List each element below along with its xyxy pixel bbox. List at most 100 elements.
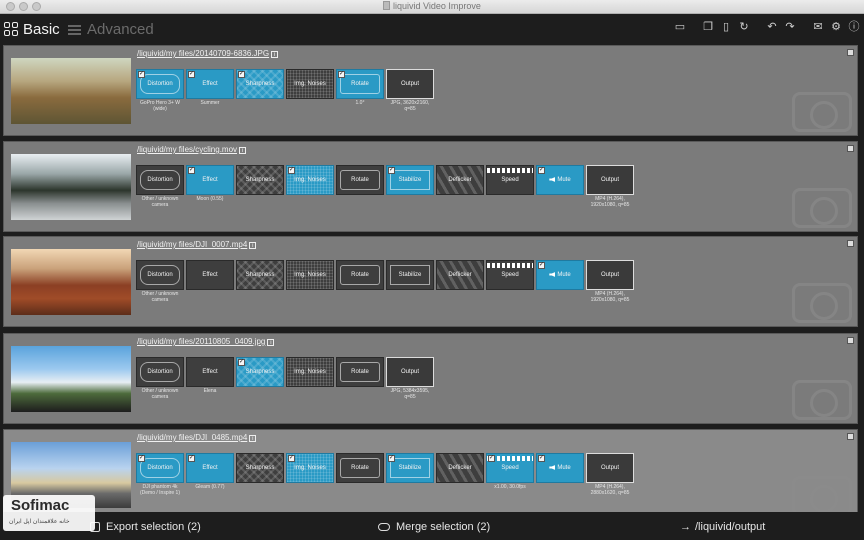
step-tile-button[interactable]: Sharpness — [236, 453, 284, 483]
step-tile-button[interactable]: Stabilize — [386, 260, 434, 290]
basic-mode-tab[interactable]: Basic — [4, 19, 60, 39]
step-tile-button[interactable]: Effect — [186, 357, 234, 387]
step-checkbox[interactable]: ✓ — [538, 262, 545, 269]
step-tile-button[interactable]: ✓ Effect — [186, 453, 234, 483]
mail-icon[interactable]: ✉ — [812, 21, 824, 33]
step-tile-button[interactable]: Deflicker — [436, 453, 484, 483]
step-checkbox[interactable]: ✓ — [538, 455, 545, 462]
step-checkbox[interactable]: ✓ — [338, 71, 345, 78]
undo-icon[interactable]: ↶ — [766, 21, 778, 33]
step-tile-button[interactable]: ✓ Speed — [486, 453, 534, 483]
redo-icon[interactable]: ↷ — [784, 21, 796, 33]
step-checkbox[interactable]: ✓ — [388, 455, 395, 462]
merge-selection-button[interactable]: Merge selection (2) — [378, 521, 490, 533]
step-checkbox[interactable]: ✓ — [488, 455, 495, 462]
step-label: Stabilize — [398, 177, 422, 183]
folder-icon[interactable]: ▭ — [674, 21, 686, 33]
media-path-link[interactable]: /liquivid/my files/cycling.mov i — [137, 145, 247, 154]
row-menu-button[interactable] — [847, 433, 854, 440]
step-tile-button[interactable]: Output — [386, 69, 434, 99]
step-rotate: Rotate — [336, 165, 384, 208]
step-tile-button[interactable]: ✓ Mute — [536, 165, 584, 195]
step-tile-button[interactable]: ✓ Effect — [186, 165, 234, 195]
step-checkbox[interactable]: ✓ — [138, 71, 145, 78]
step-tile-button[interactable]: Output — [386, 357, 434, 387]
media-row[interactable]: /liquivid/my files/20110805_0409.jpg i Dis… — [3, 333, 858, 424]
step-tile-button[interactable]: Rotate — [336, 453, 384, 483]
gear-icon[interactable]: ⚙ — [830, 21, 842, 33]
step-checkbox[interactable]: ✓ — [188, 71, 195, 78]
step-tile-button[interactable]: ✓ Stabilize — [386, 165, 434, 195]
step-tile-button[interactable]: Deflicker — [436, 165, 484, 195]
step-tile-button[interactable]: ✓ Mute — [536, 260, 584, 290]
step-tile-button[interactable]: Effect — [186, 260, 234, 290]
refresh-icon[interactable]: ↻ — [738, 21, 750, 33]
step-tile-button[interactable]: ✓ Sharpness — [236, 357, 284, 387]
step-tile-button[interactable]: Sharpness — [236, 165, 284, 195]
media-thumbnail[interactable] — [11, 58, 131, 124]
step-tile-button[interactable]: ✓ Rotate — [336, 69, 384, 99]
export-selection-label: Export selection (2) — [106, 521, 201, 533]
step-tile-button[interactable]: Sharpness — [236, 260, 284, 290]
step-rotate: Rotate — [336, 260, 384, 303]
advanced-mode-tab[interactable]: Advanced — [68, 19, 154, 39]
output-folder-button[interactable]: → /liquivid/output — [680, 521, 765, 533]
media-path-link[interactable]: /liquivid/my files/DJI_0007.mp4 i — [137, 240, 257, 249]
row-menu-button[interactable] — [847, 49, 854, 56]
step-checkbox[interactable]: ✓ — [288, 455, 295, 462]
step-tile-button[interactable]: ✓ Mute — [536, 453, 584, 483]
step-checkbox[interactable]: ✓ — [188, 167, 195, 174]
step-tile-button[interactable]: Img. Noises — [286, 357, 334, 387]
row-menu-button[interactable] — [847, 240, 854, 247]
media-row[interactable]: /liquivid/my files/DJI_0485.mp4 i ✓ Distort… — [3, 429, 858, 512]
step-checkbox[interactable]: ✓ — [238, 71, 245, 78]
step-tile-button[interactable]: Speed — [486, 260, 534, 290]
step-tile-button[interactable]: Img. Noises — [286, 260, 334, 290]
step-tile-button[interactable]: Distortion — [136, 165, 184, 195]
step-tile-button[interactable]: ✓ Img. Noises — [286, 165, 334, 195]
step-tile-button[interactable]: Rotate — [336, 165, 384, 195]
step-checkbox[interactable]: ✓ — [388, 167, 395, 174]
media-thumbnail[interactable] — [11, 154, 131, 220]
file-info-icon[interactable]: i — [239, 147, 247, 154]
step-tile-button[interactable]: Rotate — [336, 357, 384, 387]
file-info-icon[interactable]: i — [249, 435, 257, 442]
step-checkbox[interactable]: ✓ — [538, 167, 545, 174]
step-tile-button[interactable]: Output — [586, 453, 634, 483]
step-tile-button[interactable]: ✓ Img. Noises — [286, 453, 334, 483]
step-tile-button[interactable]: ✓ Distortion — [136, 453, 184, 483]
step-tile-button[interactable]: Distortion — [136, 357, 184, 387]
media-path-link[interactable]: /liquivid/my files/20140709-6836.JPG i — [137, 49, 279, 58]
row-menu-button[interactable] — [847, 337, 854, 344]
step-tile-button[interactable]: ✓ Sharpness — [236, 69, 284, 99]
step-tile-button[interactable]: Output — [586, 165, 634, 195]
media-row[interactable]: /liquivid/my files/DJI_0007.mp4 i Distorti… — [3, 236, 858, 327]
step-checkbox[interactable]: ✓ — [188, 455, 195, 462]
media-row[interactable]: /liquivid/my files/cycling.mov i Distortio… — [3, 141, 858, 232]
media-row[interactable]: /liquivid/my files/20140709-6836.JPG i ✓ Di… — [3, 45, 858, 136]
file-info-icon[interactable]: i — [267, 339, 275, 346]
paste-icon[interactable]: ▯ — [720, 21, 732, 33]
step-checkbox[interactable]: ✓ — [138, 455, 145, 462]
info-icon[interactable]: ⓘ — [848, 21, 860, 33]
step-checkbox[interactable]: ✓ — [288, 167, 295, 174]
step-tile-button[interactable]: ✓ Effect — [186, 69, 234, 99]
step-tile-button[interactable]: ✓ Distortion — [136, 69, 184, 99]
step-tile-button[interactable]: Img. Noises — [286, 69, 334, 99]
step-tile-button[interactable]: Rotate — [336, 260, 384, 290]
media-thumbnail[interactable] — [11, 249, 131, 315]
step-checkbox[interactable]: ✓ — [238, 359, 245, 366]
file-info-icon[interactable]: i — [249, 242, 257, 249]
media-thumbnail[interactable] — [11, 346, 131, 412]
step-tile-button[interactable]: Speed — [486, 165, 534, 195]
step-tile-button[interactable]: Distortion — [136, 260, 184, 290]
step-tile-button[interactable]: ✓ Stabilize — [386, 453, 434, 483]
export-selection-button[interactable]: Export selection (2) — [90, 521, 201, 533]
file-info-icon[interactable]: i — [271, 51, 279, 58]
media-path-link[interactable]: /liquivid/my files/20110805_0409.jpg i — [137, 337, 275, 346]
row-menu-button[interactable] — [847, 145, 854, 152]
media-path-link[interactable]: /liquivid/my files/DJI_0485.mp4 i — [137, 433, 257, 442]
step-tile-button[interactable]: Output — [586, 260, 634, 290]
step-tile-button[interactable]: Deflicker — [436, 260, 484, 290]
copy-icon[interactable]: ❐ — [702, 21, 714, 33]
